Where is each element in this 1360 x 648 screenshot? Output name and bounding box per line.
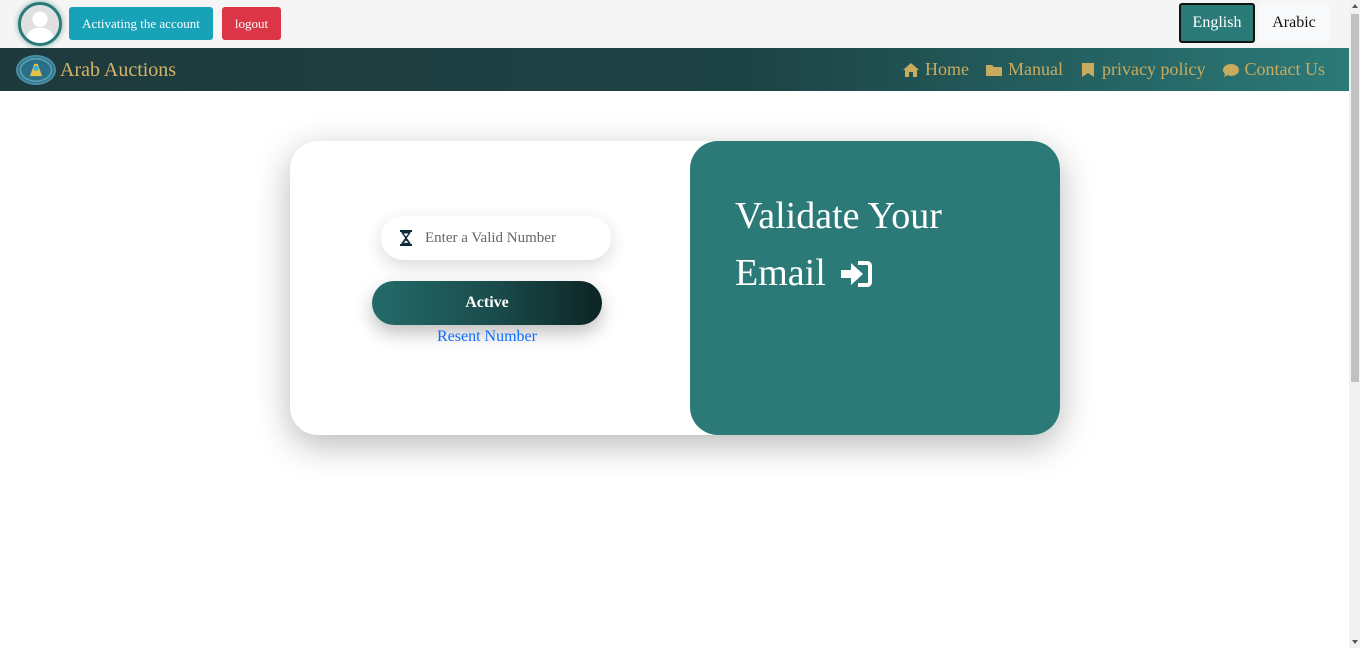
validation-form: Active Resent Number	[290, 141, 690, 435]
active-button[interactable]: Active	[372, 281, 602, 325]
validate-panel: Validate Your Email	[690, 141, 1060, 435]
activating-account-button[interactable]: Activating the account	[69, 7, 213, 40]
validation-card: Active Resent Number Validate Your Email	[290, 141, 1060, 435]
bookmark-icon	[1082, 62, 1095, 77]
sign-in-icon	[841, 261, 873, 287]
scrollbar-thumb[interactable]	[1351, 14, 1359, 382]
nav-manual-label: Manual	[1008, 59, 1064, 79]
user-silhouette-icon	[21, 5, 59, 43]
home-icon	[903, 62, 920, 77]
resend-number-link[interactable]: Resent Number	[372, 328, 602, 346]
number-input-group	[381, 216, 611, 260]
scroll-up-arrow-icon[interactable]	[1352, 4, 1358, 8]
folder-icon	[986, 64, 1003, 76]
nav-home-link[interactable]: Home	[902, 59, 969, 80]
hourglass-icon	[400, 230, 412, 246]
nav-manual-link[interactable]: Manual	[985, 59, 1063, 80]
top-bar: Activating the account logout English Ar…	[0, 0, 1349, 48]
main-navbar: Arab Auctions Home Manual privacy policy…	[0, 48, 1349, 91]
nav-home-label: Home	[925, 59, 970, 79]
nav-contact-link[interactable]: Contact Us	[1222, 59, 1326, 80]
nav-links: Home Manual privacy policy Contact Us	[902, 48, 1325, 91]
nav-privacy-link[interactable]: privacy policy	[1079, 59, 1206, 80]
validate-title: Validate Your Email	[735, 188, 1035, 302]
language-english-button[interactable]: English	[1179, 3, 1255, 43]
brand-name: Arab Auctions	[60, 58, 177, 81]
language-arabic-button[interactable]: Arabic	[1259, 3, 1329, 43]
valid-number-input[interactable]	[425, 229, 595, 247]
nav-privacy-label: privacy policy	[1102, 59, 1206, 79]
brand-logo-icon	[16, 55, 56, 85]
brand-link[interactable]: Arab Auctions	[16, 55, 176, 85]
scroll-down-arrow-icon[interactable]	[1352, 640, 1358, 644]
nav-contact-label: Contact Us	[1244, 59, 1326, 79]
comment-icon	[1222, 63, 1239, 77]
user-avatar[interactable]	[18, 2, 62, 46]
logout-button[interactable]: logout	[222, 7, 281, 40]
